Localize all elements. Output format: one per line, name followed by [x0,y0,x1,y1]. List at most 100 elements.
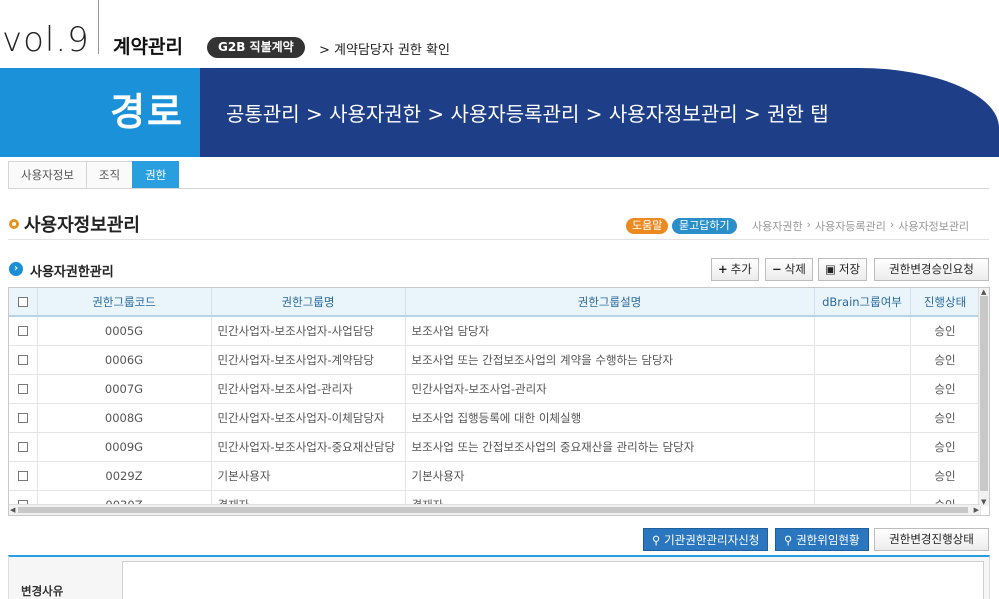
tab-organization[interactable]: 조직 [85,161,134,188]
row-checkbox[interactable] [17,355,28,365]
cell-desc: 보조사업 또는 간접보조사업의 계약을 수행하는 담당자 [405,345,815,375]
plus-icon: + [718,262,728,276]
cell-dbrain [814,316,911,346]
cell-code: 0006G [37,345,212,375]
section-title: 계약관리 [113,36,183,58]
cell-desc: 보조사업 집행등록에 대한 이체실행 [405,403,815,433]
cell-code: 0008G [37,403,212,433]
cell-dbrain [814,374,911,404]
top-header: vol.9 계약관리 G2B 직불계약 > 계약담당자 권한 확인 [0,0,999,68]
cell-status: 승인 [910,403,981,433]
cell-code: 0029Z [37,461,212,491]
add-label: 추가 [730,262,752,276]
table-row[interactable]: 0005G 민간사업자-보조사업자-사업담당 보조사업 담당자 승인 [9,316,981,346]
help-button[interactable]: 도움말 [626,218,669,234]
table-row[interactable]: 0009G 민간사업자-보조사업자-중요재산담당 보조사업 또는 간접보조사업의… [9,432,981,462]
save-label: 저장 [838,262,861,276]
cell-code: 0007G [37,374,212,404]
cell-status: 승인 [910,432,981,462]
horizontal-scroll-thumb[interactable] [18,507,968,513]
column-header[interactable]: dBrain그룹여부 [814,288,911,317]
agency-admin-label: 기관권한관리자신청 [664,533,760,547]
agency-admin-request-button[interactable]: ⚲ 기관권한관리자신청 [643,528,769,551]
cell-desc: 민간사업자-보조사업-관리자 [405,374,815,404]
search-icon: ⚲ [652,533,665,547]
cell-status: 승인 [910,374,981,404]
select-all-checkbox[interactable] [17,297,28,307]
section-heading: 사용자권한관리 [30,265,114,280]
chevron-right-icon: › [806,218,812,231]
row-checkbox-cell [9,403,38,433]
search-icon: ⚲ [784,533,797,547]
request-approval-button[interactable]: 권한변경승인요청 [874,258,989,281]
column-header[interactable]: 권한그룹설명 [405,288,815,317]
save-button[interactable]: ▣ 저장 [818,258,868,281]
cell-dbrain [814,432,911,462]
g2b-badge: G2B 직불계약 [207,37,305,58]
add-button[interactable]: + 추가 [711,258,759,281]
column-header[interactable]: 권한그룹코드 [37,288,212,317]
row-checkbox[interactable] [17,384,28,394]
qna-button[interactable]: 묻고답하기 [672,218,737,234]
horizontal-scrollbar[interactable]: ◀ ▶ [9,504,980,515]
cell-dbrain [814,403,911,433]
scroll-down-icon[interactable]: ▼ [981,498,986,506]
change-progress-button[interactable]: 권한변경진행상태 [874,528,989,551]
row-checkbox[interactable] [17,471,28,481]
cell-name: 기본사용자 [211,461,406,491]
column-header[interactable]: 권한그룹명 [211,288,406,317]
floppy-disk-icon: ▣ [825,262,836,276]
table-row[interactable]: 0008G 민간사업자-보조사업자-이체담당자 보조사업 집행등록에 대한 이체… [9,403,981,433]
cell-status: 승인 [910,345,981,375]
route-banner: 경로 공통관리 > 사용자권한 > 사용자등록관리 > 사용자정보관리 > 권한… [0,68,999,157]
row-checkbox-cell [9,432,38,462]
table-row[interactable]: 0029Z 기본사용자 기본사용자 승인 [9,461,981,491]
route-path: 공통관리 > 사용자권한 > 사용자등록관리 > 사용자정보관리 > 권한 탭 [226,102,829,126]
delegation-status-button[interactable]: ⚲ 권한위임현황 [775,528,869,551]
column-header[interactable]: 진행상태 [910,288,981,317]
cell-status: 승인 [910,316,981,346]
delete-button[interactable]: − 삭제 [765,258,813,281]
tabs-underline [8,188,989,189]
cell-name: 민간사업자-보조사업자-중요재산담당 [211,432,406,462]
select-all-cell [9,288,38,317]
title-divider [8,239,989,240]
cell-code: 0005G [37,316,212,346]
tab-user-info[interactable]: 사용자정보 [8,161,87,188]
cell-desc: 보조사업 또는 간접보조사업의 중요재산을 관리하는 담당자 [405,432,815,462]
row-checkbox[interactable] [17,442,28,452]
breadcrumb: 사용자권한 › 사용자등록관리 › 사용자정보관리 [752,218,969,234]
reason-label: 변경사유 [21,584,64,598]
row-checkbox[interactable] [17,326,28,337]
scroll-up-icon[interactable]: ▲ [981,288,986,296]
reason-textarea[interactable] [122,561,984,599]
table-header-row: 권한그룹코드 권한그룹명 권한그룹설명 dBrain그룹여부 진행상태 [9,288,981,317]
breadcrumb-item[interactable]: 사용자권한 [752,218,803,234]
header-divider [98,0,99,54]
cell-code: 0009G [37,432,212,462]
cell-name: 민간사업자-보조사업자-이체담당자 [211,403,406,433]
breadcrumb-item[interactable]: 사용자정보관리 [898,218,969,234]
tab-permission[interactable]: 권한 [132,161,180,188]
cell-desc: 보조사업 담당자 [405,316,815,346]
vertical-scroll-thumb[interactable] [980,296,988,491]
chevron-right-icon: › [889,218,895,231]
permission-table: 권한그룹코드 권한그룹명 권한그룹설명 dBrain그룹여부 진행상태 0005… [8,287,990,516]
minus-icon: − [772,262,782,276]
scroll-right-icon[interactable]: ▶ [974,506,979,514]
scroll-left-icon[interactable]: ◀ [10,506,15,514]
delete-label: 삭제 [784,262,806,276]
vertical-scrollbar[interactable]: ▲ ▼ [978,288,989,506]
table-row[interactable]: 0007G 민간사업자-보조사업-관리자 민간사업자-보조사업-관리자 승인 [9,374,981,404]
row-checkbox-cell [9,461,38,491]
cell-desc: 기본사용자 [405,461,815,491]
reason-section: 변경사유 [8,555,990,599]
breadcrumb-item[interactable]: 사용자등록관리 [815,218,886,234]
cell-name: 민간사업자-보조사업자-사업담당 [211,316,406,346]
cell-status: 승인 [910,461,981,491]
row-checkbox[interactable] [17,413,28,423]
row-checkbox-cell [9,345,38,375]
tab-bar: 사용자정보 조직 권한 [8,161,180,188]
volume-label: vol.9 [2,20,90,60]
table-row[interactable]: 0006G 민간사업자-보조사업자-계약담당 보조사업 또는 간접보조사업의 계… [9,345,981,375]
